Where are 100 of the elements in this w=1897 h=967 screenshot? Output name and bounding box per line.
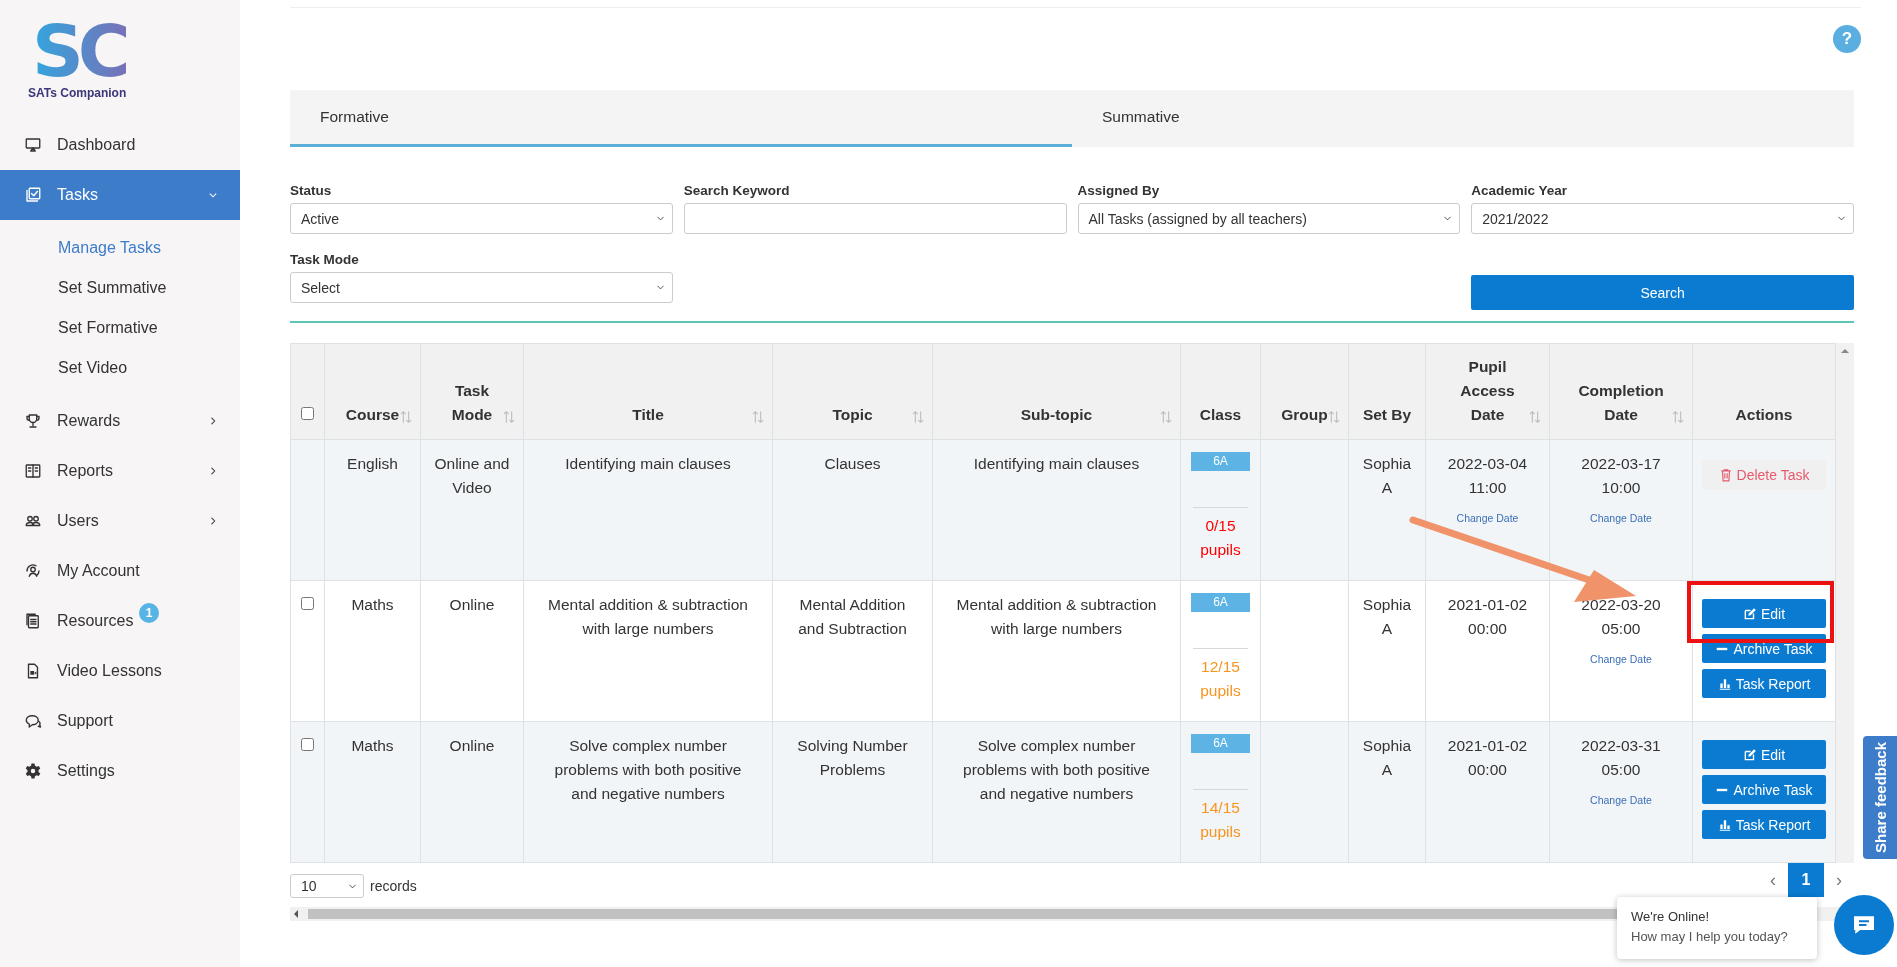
table-cell: Solve complex number problems with both positive and negative numbers bbox=[523, 721, 773, 863]
nav-item[interactable]: Settings bbox=[0, 746, 240, 796]
date-text: 2022-03-17 10:00 bbox=[1580, 454, 1662, 498]
feedback-tab[interactable]: Share feedback bbox=[1863, 736, 1897, 859]
nav-item[interactable]: Support bbox=[0, 696, 240, 746]
field-label: Assigned By bbox=[1077, 183, 1161, 200]
nav-item[interactable]: Video Lessons bbox=[0, 646, 240, 696]
next-page-button[interactable]: › bbox=[1832, 869, 1846, 891]
column-header[interactable]: Course bbox=[324, 343, 421, 440]
nav-item[interactable]: Resources 1 bbox=[0, 596, 240, 646]
field-label: Academic Year bbox=[1471, 183, 1569, 200]
change-date-link[interactable]: Change Date bbox=[1558, 506, 1684, 530]
nav-item[interactable]: My Account bbox=[0, 546, 240, 596]
column-header[interactable]: Group bbox=[1260, 343, 1349, 440]
table-cell: Maths bbox=[324, 580, 421, 722]
class-tag: 6A bbox=[1191, 593, 1250, 612]
edit-icon bbox=[1742, 606, 1757, 621]
table-cell-text: Sophia A bbox=[1361, 454, 1413, 498]
table-cell: Online and Video bbox=[420, 439, 524, 581]
column-header[interactable]: Topic bbox=[772, 343, 933, 440]
nav-item[interactable]: Tasks bbox=[0, 170, 240, 220]
submenu-item[interactable]: Manage Tasks bbox=[0, 228, 240, 268]
checklist-icon bbox=[24, 186, 42, 204]
field-label: Status bbox=[290, 183, 333, 200]
task-report-button[interactable]: Task Report bbox=[1702, 669, 1826, 698]
table-cell: Identifying main clauses bbox=[932, 439, 1181, 581]
class-tag: 6A bbox=[1191, 734, 1250, 753]
edit-button[interactable]: Edit bbox=[1702, 740, 1826, 769]
chat-message: How may I help you today? bbox=[1631, 928, 1789, 946]
gear-icon bbox=[24, 762, 42, 780]
nav-item[interactable]: Reports bbox=[0, 446, 240, 496]
column-header[interactable]: Task Mode bbox=[420, 343, 524, 440]
dropdown[interactable]: Select bbox=[290, 272, 673, 303]
table-cell: Identifying main clauses bbox=[523, 439, 773, 581]
previous-page-button[interactable]: ‹ bbox=[1766, 869, 1780, 891]
monitor-icon bbox=[24, 136, 42, 154]
table-cell: Clauses bbox=[772, 439, 933, 581]
table-cell: Mental addition & subtraction with large numbers bbox=[932, 580, 1181, 722]
table-cell: Mental addition & subtraction with large numbers bbox=[523, 580, 773, 722]
date-text: 2022-03-04 11:00 bbox=[1446, 454, 1529, 498]
date-text: 2022-03-31 05:00 bbox=[1580, 736, 1662, 780]
date-text: 2021-01-02 00:00 bbox=[1446, 736, 1529, 780]
archive-task-button[interactable]: Archive Task bbox=[1702, 775, 1826, 804]
records-label: records bbox=[370, 878, 417, 894]
chat-title: We're Online! bbox=[1631, 908, 1711, 926]
trophy-icon bbox=[24, 412, 42, 430]
table-cell: Maths bbox=[324, 721, 421, 863]
change-date-link[interactable]: Change Date bbox=[1434, 506, 1541, 530]
column-header[interactable]: Pupil Access Date bbox=[1425, 343, 1550, 440]
date-text: 2021-01-02 00:00 bbox=[1446, 595, 1529, 639]
search-field[interactable] bbox=[683, 203, 1067, 234]
table-cell-text: Sophia A bbox=[1361, 595, 1413, 639]
table-cell: Mental Addition and Subtraction bbox=[772, 580, 933, 722]
column-header[interactable]: Title bbox=[523, 343, 773, 440]
pupil-progress: 12/15 pupils bbox=[1199, 657, 1242, 701]
trash-icon bbox=[1718, 468, 1733, 482]
submenu-item[interactable]: Set Formative bbox=[0, 308, 240, 348]
class-tag: 6A bbox=[1191, 452, 1250, 471]
table-cell: English bbox=[324, 439, 421, 581]
bar-chart-icon bbox=[1717, 817, 1732, 832]
person-cycle-icon bbox=[24, 562, 42, 580]
documents-icon bbox=[24, 612, 42, 630]
submenu-item[interactable]: Set Summative bbox=[0, 268, 240, 308]
column-header[interactable]: Class bbox=[1180, 343, 1261, 440]
chat-bubbles-icon bbox=[24, 712, 42, 730]
pupil-progress: 14/15 pupils bbox=[1199, 798, 1242, 842]
vertical-scrollbar[interactable] bbox=[1836, 343, 1854, 863]
column-header[interactable]: Set By bbox=[1348, 343, 1426, 440]
nav-item[interactable]: Rewards bbox=[0, 396, 240, 446]
table-cell: Online bbox=[420, 721, 524, 863]
table-cell: Solving Number Problems bbox=[772, 721, 933, 863]
tab[interactable]: Summative bbox=[1072, 90, 1854, 147]
page-size-dropdown[interactable]: 10 bbox=[290, 874, 364, 898]
logo-name: SATs Companion bbox=[28, 86, 127, 100]
column-header[interactable]: Completion Date bbox=[1549, 343, 1693, 440]
search-button[interactable]: Search bbox=[1471, 275, 1854, 310]
nav-item[interactable]: Users bbox=[0, 496, 240, 546]
date-text: 2022-03-20 05:00 bbox=[1580, 595, 1662, 639]
bar-chart-icon bbox=[1717, 676, 1732, 691]
field-label: Search Keyword bbox=[683, 183, 791, 200]
task-report-button[interactable]: Task Report bbox=[1702, 810, 1826, 839]
column-header[interactable]: Sub-topic bbox=[932, 343, 1181, 440]
checkbox[interactable] bbox=[301, 597, 314, 610]
nav-item[interactable]: Dashboard bbox=[0, 120, 240, 170]
submenu-item[interactable]: Set Video bbox=[0, 348, 240, 388]
dropdown[interactable]: All Tasks (assigned by all teachers) bbox=[1077, 203, 1461, 234]
dropdown[interactable]: Active bbox=[290, 203, 673, 234]
page-button[interactable]: 1 bbox=[1788, 863, 1824, 897]
table-cell: Online bbox=[420, 580, 524, 722]
change-date-link[interactable]: Change Date bbox=[1558, 788, 1684, 812]
chat-button[interactable] bbox=[1834, 895, 1894, 955]
column-header[interactable]: Actions bbox=[1692, 343, 1836, 440]
checkbox[interactable] bbox=[301, 407, 314, 420]
edit-button[interactable]: Edit bbox=[1702, 599, 1826, 628]
dropdown[interactable]: 2021/2022 bbox=[1471, 203, 1854, 234]
grid-icon bbox=[24, 462, 42, 480]
checkbox[interactable] bbox=[301, 738, 314, 751]
change-date-link[interactable]: Change Date bbox=[1558, 647, 1684, 671]
pupil-progress: 0/15 pupils bbox=[1199, 516, 1242, 560]
tab[interactable]: Formative bbox=[290, 90, 1072, 147]
